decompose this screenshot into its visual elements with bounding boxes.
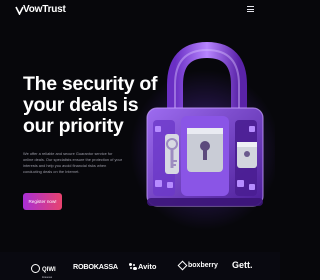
partner-name: Avito [138, 262, 157, 271]
padlock-illustration [130, 41, 275, 230]
avito-dots-icon [129, 262, 137, 271]
hero-description: We offer a reliable and secure Guarantor… [23, 151, 123, 174]
partner-name: QIWI [42, 267, 56, 273]
partner-name: boxberry [188, 262, 218, 269]
partner-avito[interactable]: Avito [129, 262, 156, 271]
boxberry-icon [177, 260, 188, 271]
partner-gett[interactable]: Gett. [232, 260, 253, 270]
brand-name[interactable]: VowTrust [23, 4, 66, 15]
site-header: VowTrust [0, 0, 280, 20]
register-button[interactable]: Register now! [23, 193, 62, 210]
partner-boxberry[interactable]: boxberry [177, 260, 218, 271]
partner-robokassa[interactable]: ROBOKASSA [73, 262, 118, 271]
qiwi-icon [31, 264, 40, 273]
partner-qiwi[interactable]: QIWI Кошелек [31, 258, 56, 279]
partner-subtitle: Кошелек [42, 276, 53, 279]
menu-icon[interactable] [246, 4, 256, 14]
